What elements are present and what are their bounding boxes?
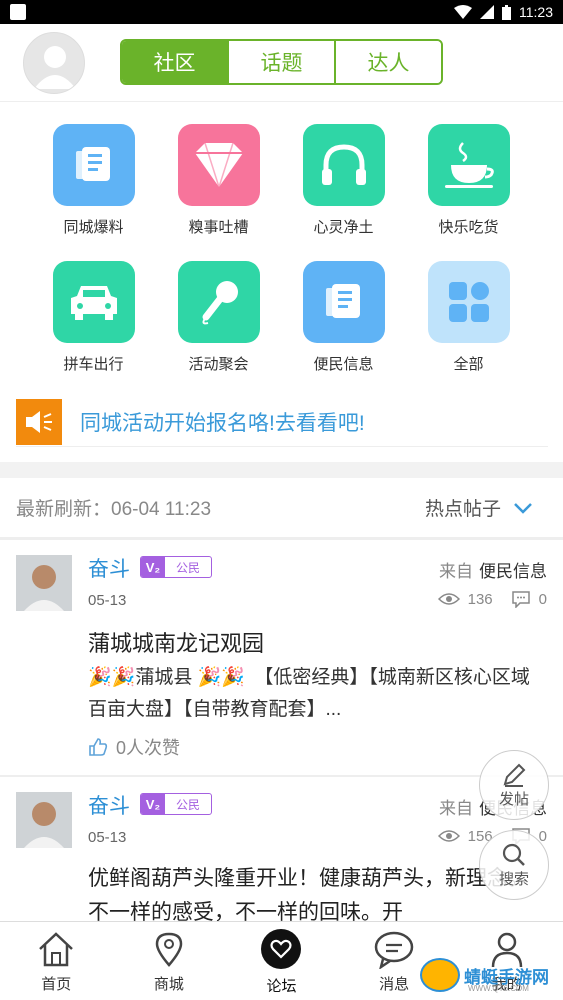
- from-board[interactable]: 便民信息: [479, 562, 547, 581]
- document-icon: [302, 261, 385, 343]
- notification-icon: [10, 4, 26, 20]
- tab-community[interactable]: 社区: [122, 41, 229, 83]
- post-date: 05-13: [88, 829, 127, 846]
- microphone-icon: [177, 261, 260, 343]
- category-label: 活动聚会: [188, 356, 249, 373]
- nav-mall[interactable]: 商城: [113, 922, 226, 1000]
- category-carpool[interactable]: 拼车出行: [31, 261, 156, 374]
- post-item[interactable]: 奋斗 V₂ 公民 来自 便民信息 05-13 136 0 蒲城城南龙记观园 🎉🎉蒲…: [0, 541, 563, 777]
- category-gossip[interactable]: 糗事吐槽: [156, 124, 281, 237]
- notice-text: 同城活动开始报名咯!去看看吧!: [80, 411, 365, 435]
- grid-icon: [427, 261, 510, 343]
- comment-icon: [511, 591, 530, 608]
- section-divider: [0, 462, 563, 478]
- from-prefix: 来自: [439, 562, 473, 581]
- newspaper-icon: [52, 124, 135, 206]
- level-badge: V₂ 公民: [140, 556, 212, 578]
- post-title[interactable]: 优鲜阁葫芦头隆重开业！健康葫芦头，新理念。不一样的感受，不一样的回味。开: [88, 862, 546, 930]
- tab-topics[interactable]: 话题: [229, 41, 336, 83]
- category-label: 心灵净土: [313, 219, 374, 236]
- category-label: 拼车出行: [63, 356, 124, 373]
- new-post-button[interactable]: 发帖: [479, 750, 549, 820]
- pencil-icon: [503, 763, 526, 787]
- car-icon: [52, 261, 135, 343]
- dragonfly-logo-icon: [420, 958, 460, 992]
- role-label: 公民: [175, 797, 200, 812]
- search-icon: [502, 843, 525, 866]
- eye-icon: [437, 593, 460, 605]
- author-avatar[interactable]: [16, 555, 72, 611]
- new-post-label: 发帖: [498, 790, 529, 808]
- nav-label: 论坛: [266, 977, 297, 995]
- category-label: 糗事吐槽: [188, 219, 249, 236]
- default-avatar-icon: [34, 46, 76, 89]
- headphones-icon: [302, 124, 385, 206]
- post-item[interactable]: 奋斗 V₂ 公民 来自便民信息 05-13 156 0 优鲜阁葫芦头隆重开业！健…: [0, 778, 563, 924]
- category-events[interactable]: 活动聚会: [156, 261, 281, 374]
- nav-label: 商城: [153, 975, 184, 993]
- category-label: 全部: [453, 356, 484, 373]
- level-label: V₂: [141, 557, 165, 577]
- heart-chat-icon: [261, 928, 302, 969]
- search-button[interactable]: 搜索: [479, 830, 549, 900]
- category-label: 快乐吃货: [438, 219, 499, 236]
- nav-forum[interactable]: 论坛: [225, 922, 338, 1000]
- nav-home[interactable]: 首页: [0, 922, 113, 1000]
- like-count: 0人次赞: [116, 738, 181, 758]
- community-tabs: 社区 话题 达人: [120, 39, 443, 85]
- thumbs-up-icon: [89, 738, 108, 756]
- like-button[interactable]: 0人次赞: [88, 734, 180, 760]
- tab-experts[interactable]: 达人: [336, 41, 441, 83]
- category-grid: 同城爆料 糗事吐槽 心灵净土 快乐吃货 拼车出行 活动聚会 便民信息 全部: [31, 124, 531, 374]
- category-local-news[interactable]: 同城爆料: [31, 124, 156, 237]
- nav-label: 消息: [379, 975, 410, 993]
- level-badge: V₂ 公民: [140, 793, 212, 815]
- sort-label: 热点帖子: [424, 499, 501, 520]
- author-name[interactable]: 奋斗: [88, 790, 130, 820]
- sort-dropdown[interactable]: 热点帖子: [425, 494, 533, 521]
- map-pin-icon: [155, 932, 183, 967]
- comment-count: 0: [538, 590, 547, 608]
- search-label: 搜索: [498, 870, 529, 888]
- category-soul[interactable]: 心灵净土: [281, 124, 406, 237]
- post-date: 05-13: [88, 592, 127, 609]
- level-label: V₂: [141, 794, 165, 814]
- author-name[interactable]: 奋斗: [88, 553, 130, 583]
- chat-bubble-icon: [374, 931, 414, 969]
- eye-icon: [437, 830, 460, 842]
- view-count: 136: [467, 590, 493, 608]
- post-excerpt: 🎉🎉蒲城县 🎉🎉 【低密经典】【城南新区核心区域百亩大盘】【自带教育配套】...: [88, 667, 530, 720]
- watermark-url: WWW.QT6.COM: [468, 984, 529, 993]
- from-prefix: 来自: [439, 799, 473, 818]
- post-stats: 136 0: [437, 590, 547, 608]
- watermark: 蜻蜓手游网 WWW.QT6.COM: [420, 958, 549, 993]
- category-foodie[interactable]: 快乐吃货: [406, 124, 531, 237]
- category-label: 便民信息: [313, 356, 374, 373]
- home-icon: [39, 931, 74, 966]
- post-source: 来自便民信息: [439, 557, 547, 582]
- battery-icon: [502, 4, 511, 20]
- avatar[interactable]: [23, 32, 85, 94]
- refresh-time: 最新刷新：06-04 11:23: [16, 499, 212, 520]
- author-avatar[interactable]: [16, 792, 72, 848]
- wifi-icon: [454, 5, 472, 19]
- signal-icon: [480, 5, 494, 19]
- status-time: 11:23: [519, 4, 553, 20]
- nav-label: 首页: [41, 975, 72, 993]
- chevron-down-icon: [514, 502, 532, 514]
- role-label: 公民: [175, 560, 200, 575]
- category-label: 同城爆料: [63, 219, 124, 236]
- refresh-bar: 最新刷新：06-04 11:23 热点帖子: [0, 478, 563, 540]
- coffee-cup-icon: [427, 124, 510, 206]
- diamond-icon: [177, 124, 260, 206]
- category-services[interactable]: 便民信息: [281, 261, 406, 374]
- category-all[interactable]: 全部: [406, 261, 531, 374]
- status-bar: 11:23: [0, 0, 563, 24]
- header: 社区 话题 达人: [0, 24, 563, 102]
- speaker-icon: [16, 398, 62, 445]
- notice-banner[interactable]: 同城活动开始报名咯!去看看吧!: [16, 397, 548, 447]
- post-title[interactable]: 蒲城城南龙记观园: [88, 626, 264, 658]
